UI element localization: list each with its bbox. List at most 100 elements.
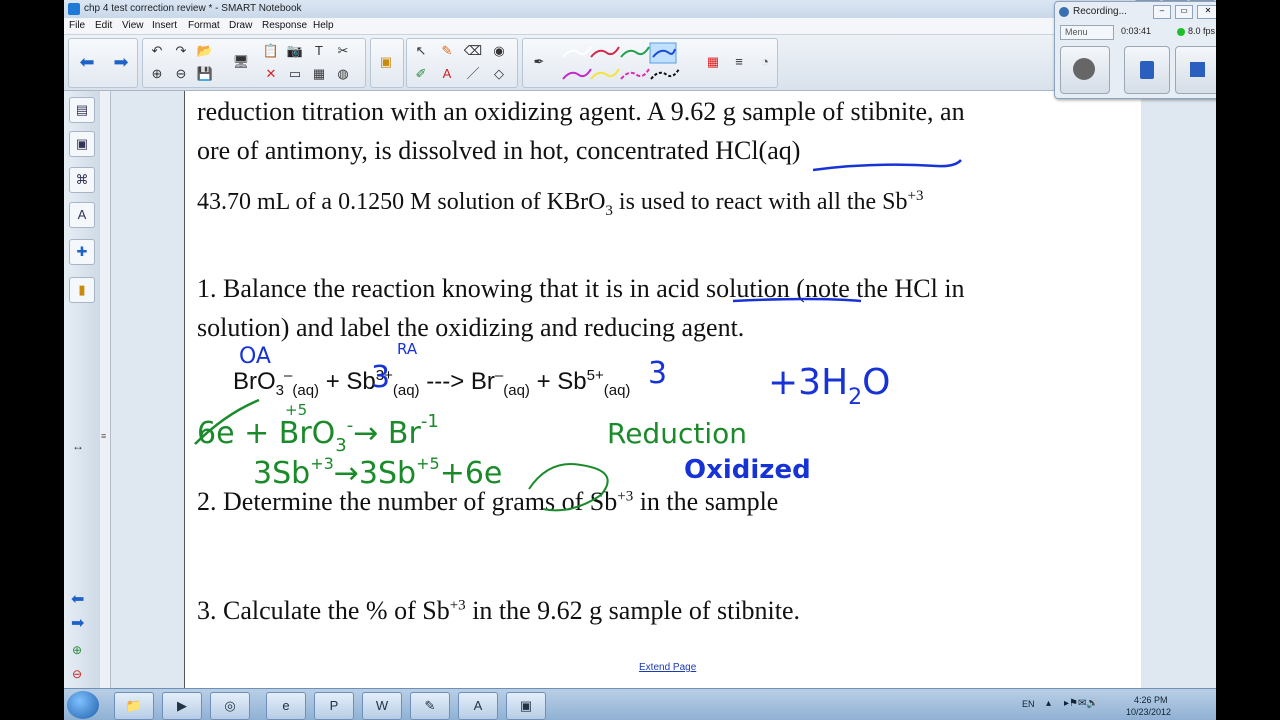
fps-status-icon <box>1177 28 1185 36</box>
pause-button[interactable] <box>1124 46 1170 94</box>
stop-icon <box>1190 62 1205 77</box>
transparency-icon[interactable]: ◔ <box>755 52 775 72</box>
line-style-icon[interactable]: ≡ <box>729 52 749 72</box>
oxidation-state-plus5: +5 <box>285 401 307 419</box>
table-icon[interactable]: ▦ <box>309 64 329 84</box>
page-sorter-icon[interactable]: ▤ <box>69 97 95 123</box>
file-group: ↶ ↷ 📂 ⊕ ⊖ 💾 🖥 📋 📷 T ✂ ✕ ▭ ▦ ◍ <box>142 38 366 88</box>
system-tray: EN ▴ ▸⚑✉🔊 4:26 PM 10/23/2012 <box>1006 689 1216 720</box>
paste-icon[interactable]: 📋 <box>261 41 281 61</box>
title-bar: chp 4 test correction review * - SMART N… <box>64 0 1216 19</box>
pen-icon[interactable]: ✎ <box>437 41 457 61</box>
media-player-task-icon[interactable]: ▶ <box>162 692 202 720</box>
vertical-scrollbar[interactable]: ≡ <box>100 91 111 688</box>
sidebar-next-page-icon[interactable]: ➡ <box>71 613 84 633</box>
show-hidden-icons-icon[interactable]: ▴ <box>1046 698 1051 709</box>
full-screen-icon[interactable]: ▭ <box>285 64 305 84</box>
menu-help[interactable]: Help <box>313 20 334 31</box>
menu-view[interactable]: View <box>122 20 144 31</box>
next-page-icon[interactable]: ➡ <box>111 52 131 72</box>
acid-solution-underline <box>732 297 862 303</box>
handwriting-layer: OA RA 3 3 +3H2O Oxidized 6e + BrO3-→ Br-… <box>194 159 962 512</box>
pen-style-swatches[interactable] <box>559 41 699 85</box>
add-page-icon[interactable]: ⊕ <box>147 64 167 84</box>
menu-edit[interactable]: Edit <box>95 20 112 31</box>
sidebar-delete-page-icon[interactable]: ⊖ <box>72 667 82 681</box>
smart-notebook-icon <box>68 3 80 15</box>
powerpoint-task-icon[interactable]: P <box>314 692 354 720</box>
clock-date[interactable]: 10/23/2012 <box>1126 707 1171 717</box>
scrollbar-grip-icon[interactable]: ≡ <box>101 431 106 441</box>
previous-page-icon[interactable]: ⬅ <box>77 52 97 72</box>
menu-file[interactable]: File <box>69 20 85 31</box>
word-task-icon[interactable]: W <box>362 692 402 720</box>
menu-response[interactable]: Response <box>262 20 307 31</box>
recorder-menu-dropdown[interactable]: Menu <box>1060 25 1114 40</box>
properties-icon[interactable]: A <box>69 202 95 228</box>
screen: chp 4 test correction review * - SMART N… <box>64 0 1216 720</box>
start-button[interactable] <box>67 691 99 719</box>
explorer-task-icon[interactable]: 📁 <box>114 692 154 720</box>
acrobat-task-icon[interactable]: A <box>458 692 498 720</box>
window-title: chp 4 test correction review * - SMART N… <box>84 3 302 14</box>
eraser-icon[interactable]: ⌫ <box>463 41 483 61</box>
resize-handle-icon[interactable]: ↔ <box>72 439 84 453</box>
capture-icon[interactable]: 📷 <box>285 41 305 61</box>
text-icon[interactable]: A <box>437 64 457 84</box>
tools-icon[interactable]: ✂ <box>333 41 353 61</box>
recorder-restore-button[interactable]: ▭ <box>1175 5 1193 19</box>
language-indicator[interactable]: EN <box>1022 699 1035 709</box>
notebook-page[interactable]: reduction titration with an oxidizing ag… <box>184 91 1142 688</box>
pen-properties-icon[interactable]: ✒ <box>529 52 549 72</box>
menu-format[interactable]: Format <box>188 20 220 31</box>
select-icon[interactable]: ↖ <box>411 41 431 61</box>
screen-shade-icon[interactable]: 🖥 <box>231 52 251 72</box>
internet-explorer-task-icon[interactable]: e <box>266 692 306 720</box>
sidebar-add-page-icon[interactable]: ⊕ <box>72 643 82 657</box>
oxidized-label: Oxidized <box>684 455 811 485</box>
gallery-icon[interactable]: ▣ <box>69 131 95 157</box>
fill-icon[interactable]: ◉ <box>489 41 509 61</box>
oxidizing-agent-label: OA <box>239 344 271 369</box>
menu-insert[interactable]: Insert <box>152 20 177 31</box>
coefficient-3-right: 3 <box>648 356 667 391</box>
menu-draw[interactable]: Draw <box>229 20 252 31</box>
addons-side-icon[interactable]: ✚ <box>69 239 95 265</box>
side-bar: ▤ ▣ ⌘ A ✚ ▮ ↔ ⬅ ➡ ⊕ ⊖ <box>64 91 101 688</box>
delete-page-icon[interactable]: ⊖ <box>171 64 191 84</box>
chrome-task-icon[interactable]: ◎ <box>210 692 250 720</box>
shape-eraser-icon[interactable]: ◇ <box>489 64 509 84</box>
sidebar-prev-page-icon[interactable]: ⬅ <box>71 589 84 609</box>
record-button[interactable] <box>1060 46 1110 94</box>
tools-group: ↖ ✎ ⌫ ◉ ✐ A ／ ◇ <box>406 38 518 88</box>
line-icon[interactable]: ／ <box>463 64 483 84</box>
delete-icon[interactable]: ✕ <box>261 64 281 84</box>
save-icon[interactable]: 💾 <box>195 64 215 84</box>
clock-time[interactable]: 4:26 PM <box>1134 695 1168 705</box>
recorder-close-button[interactable]: ✕ <box>1197 5 1216 19</box>
undo-icon[interactable]: ↶ <box>147 41 167 61</box>
creative-pen-icon[interactable]: ✐ <box>411 64 431 84</box>
attachments-icon[interactable]: ⌘ <box>69 167 95 193</box>
record-icon <box>1073 58 1095 80</box>
color-palette-icon[interactable]: ▦ <box>703 52 723 72</box>
recorder-task-icon[interactable]: ▣ <box>506 692 546 720</box>
open-icon[interactable]: 📂 <box>195 41 215 61</box>
taskbar: 📁 ▶ ◎ e P W ✎ A ▣ EN ▴ ▸⚑✉🔊 4:26 PM 10/2… <box>64 688 1216 720</box>
text-tool-icon[interactable]: T <box>309 41 329 61</box>
cancel-circle-mark <box>528 463 609 512</box>
document-camera-icon[interactable]: ◍ <box>333 64 353 84</box>
right-gutter <box>1141 91 1216 688</box>
lesson-activity-icon[interactable]: ▮ <box>69 277 95 303</box>
recording-title: Recording... <box>1073 6 1127 17</box>
recording-window[interactable]: Recording... – ▭ ✕ Menu 0:03:41 8.0 fps <box>1054 1 1216 99</box>
redo-icon[interactable]: ↷ <box>171 41 191 61</box>
notebook-task-icon[interactable]: ✎ <box>410 692 450 720</box>
toolbar: ⬅ ➡ ↶ ↷ 📂 ⊕ ⊖ 💾 🖥 📋 📷 T ✂ ✕ ▭ ▦ ◍ ▣ ↖ ✎ … <box>64 35 1216 91</box>
tray-app-icons[interactable]: ▸⚑✉🔊 <box>1064 698 1099 709</box>
recording-time: 0:03:41 <box>1121 26 1152 36</box>
recorder-minimize-button[interactable]: – <box>1153 5 1171 19</box>
addons-icon[interactable]: ▣ <box>376 52 396 72</box>
stop-button[interactable] <box>1175 46 1216 94</box>
menu-bar: File Edit View Insert Format Draw Respon… <box>64 18 1216 35</box>
